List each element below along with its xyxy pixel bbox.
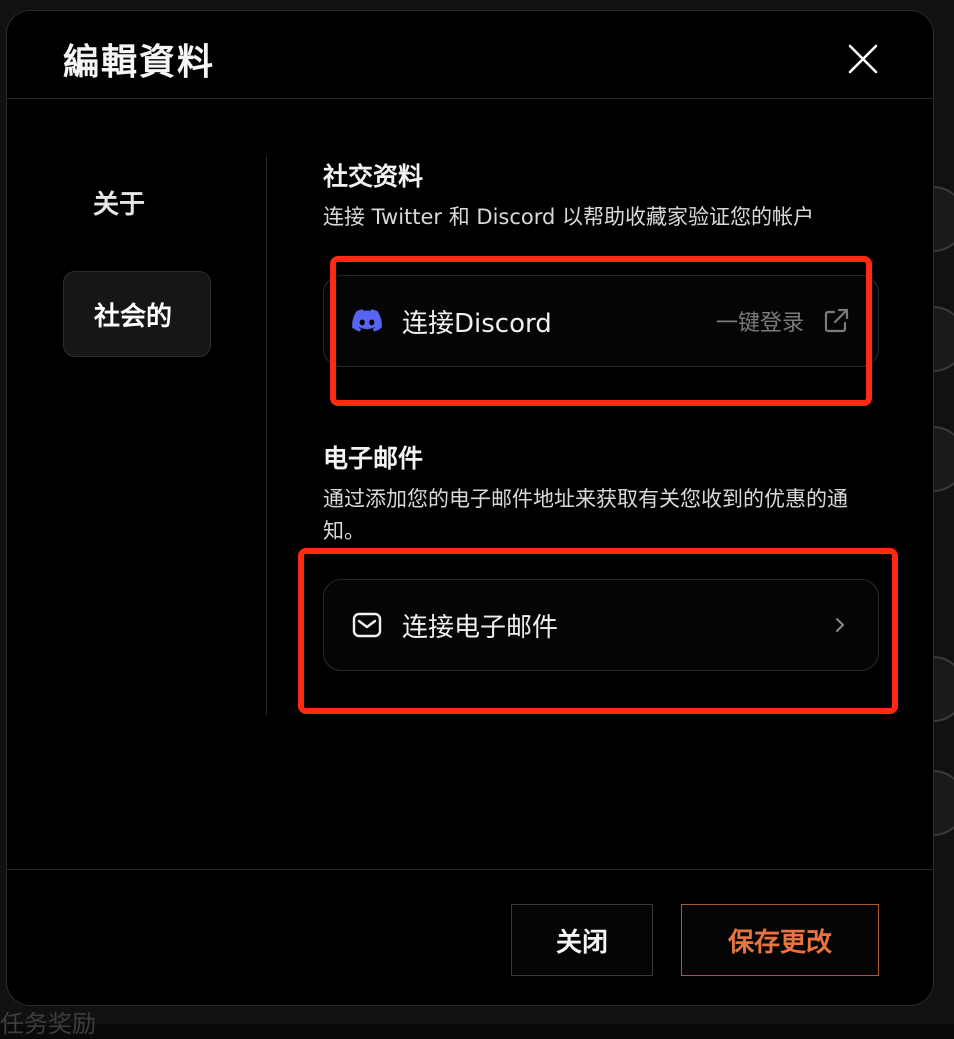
edit-profile-modal: 編輯資料 关于 社会的 社交资料 连接 Twitter 和 Discord 以帮… bbox=[6, 10, 934, 1006]
connect-email-label: 连接电子邮件 bbox=[402, 612, 559, 643]
vertical-divider bbox=[266, 155, 267, 715]
modal-footer: 关闭 保存更改 bbox=[7, 869, 933, 1005]
nav-item-social[interactable]: 社会的 bbox=[63, 271, 211, 357]
social-section-description: 连接 Twitter 和 Discord 以帮助收藏家验证您的帐户 bbox=[323, 205, 815, 229]
modal-title: 編輯資料 bbox=[63, 42, 216, 83]
save-changes-button[interactable]: 保存更改 bbox=[681, 904, 879, 976]
external-link-icon bbox=[824, 308, 849, 333]
nav-item-label: 社会的 bbox=[94, 301, 173, 332]
modal-header: 編輯資料 bbox=[7, 11, 933, 99]
background-text: 任务奖励 bbox=[0, 1010, 96, 1038]
mail-icon bbox=[352, 612, 382, 638]
close-x-icon bbox=[848, 44, 878, 74]
email-section-title: 电子邮件 bbox=[323, 444, 424, 473]
close-modal-button[interactable]: 关闭 bbox=[511, 904, 653, 976]
discord-icon bbox=[352, 309, 382, 332]
nav-item-about[interactable]: 关于 bbox=[63, 159, 211, 245]
email-section-description: 通过添加您的电子邮件地址来获取有关您收到的优惠的通知。 bbox=[323, 487, 848, 543]
connect-discord-button[interactable]: 连接Discord 一键登录 bbox=[323, 275, 879, 367]
connect-email-button[interactable]: 连接电子邮件 bbox=[323, 579, 879, 671]
nav-item-label: 关于 bbox=[93, 189, 146, 220]
social-section-title: 社交资料 bbox=[323, 162, 424, 191]
close-button[interactable] bbox=[843, 39, 883, 79]
connect-discord-label: 连接Discord bbox=[402, 308, 552, 339]
chevron-right-icon bbox=[836, 618, 844, 632]
side-nav: 关于 社会的 bbox=[63, 159, 211, 383]
one-click-login-hint: 一键登录 bbox=[715, 311, 804, 336]
